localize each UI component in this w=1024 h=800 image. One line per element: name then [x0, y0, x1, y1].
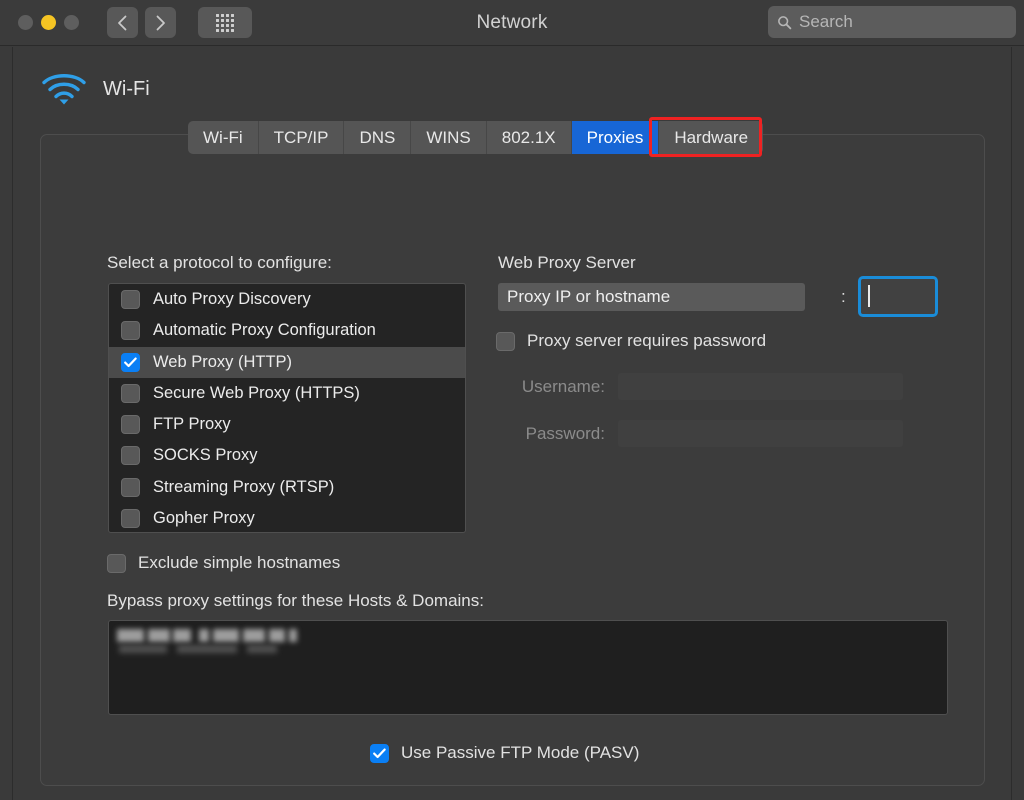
proxy-host-input[interactable]: Proxy IP or hostname: [498, 283, 805, 311]
chevron-right-icon: [156, 15, 165, 30]
proxy-host-placeholder: Proxy IP or hostname: [507, 287, 671, 306]
protocol-checkbox[interactable]: [121, 446, 140, 466]
password-input: [618, 420, 903, 447]
protocol-label: Automatic Proxy Configuration: [153, 321, 376, 340]
tab-dns[interactable]: DNS: [344, 121, 412, 154]
grid-view-icon: [216, 13, 234, 32]
passive-ftp-row[interactable]: Use Passive FTP Mode (PASV): [370, 743, 639, 763]
service-name: Wi-Fi: [103, 77, 150, 100]
passive-ftp-label: Use Passive FTP Mode (PASV): [401, 743, 640, 762]
host-port-separator: :: [841, 287, 846, 306]
list-item[interactable]: Web Proxy (HTTP): [109, 346, 465, 378]
exclude-simple-hostnames-label: Exclude simple hostnames: [138, 553, 341, 572]
back-button[interactable]: [107, 7, 138, 38]
web-proxy-server-title: Web Proxy Server: [498, 253, 636, 272]
protocol-checkbox[interactable]: [121, 477, 140, 497]
bypass-proxy-textarea[interactable]: [108, 620, 948, 715]
navigation-buttons: [107, 7, 176, 38]
checkmark-icon: [373, 748, 386, 758]
network-preferences-window: Network Search Wi-Fi Wi-Fi TCP/IP DNS WI…: [0, 0, 1024, 800]
proxies-sheet: Wi-Fi Wi-Fi TCP/IP DNS WINS 802.1X Proxi…: [12, 47, 1012, 800]
exclude-simple-hostnames-row[interactable]: Exclude simple hostnames: [107, 553, 340, 573]
text-caret: [868, 285, 870, 307]
username-label: Username:: [521, 376, 605, 396]
list-item[interactable]: Gopher Proxy: [109, 503, 465, 532]
traffic-light-group: [18, 15, 79, 30]
tab-8021x[interactable]: 802.1X: [487, 121, 572, 154]
tab-tcpip[interactable]: TCP/IP: [259, 121, 345, 154]
show-all-preferences-button[interactable]: [198, 7, 252, 38]
protocol-checkbox[interactable]: [121, 383, 140, 403]
username-input: [618, 373, 903, 400]
search-field[interactable]: Search: [768, 6, 1016, 38]
checkmark-icon: [124, 357, 137, 367]
bypass-proxy-label: Bypass proxy settings for these Hosts & …: [107, 591, 484, 610]
protocol-list[interactable]: Auto Proxy Discovery Automatic Proxy Con…: [108, 283, 466, 533]
protocol-label: Auto Proxy Discovery: [153, 290, 311, 309]
tab-hardware[interactable]: Hardware: [659, 121, 763, 154]
protocol-checkbox[interactable]: [121, 508, 140, 528]
close-window-button[interactable]: [18, 15, 33, 30]
protocol-label: FTP Proxy: [153, 415, 231, 434]
chevron-left-icon: [118, 15, 127, 30]
password-row: Password:: [498, 420, 903, 447]
protocol-label: Gopher Proxy: [153, 508, 255, 527]
protocol-section-label: Select a protocol to configure:: [107, 253, 332, 272]
zoom-window-button[interactable]: [64, 15, 79, 30]
requires-password-checkbox[interactable]: [496, 331, 515, 351]
protocol-checkbox[interactable]: [121, 321, 140, 341]
tab-wins[interactable]: WINS: [411, 121, 487, 154]
protocol-checkbox[interactable]: [121, 352, 140, 372]
service-header: Wi-Fi: [41, 72, 150, 106]
forward-button[interactable]: [145, 7, 176, 38]
redacted-hosts-content: [115, 627, 297, 653]
list-item[interactable]: Streaming Proxy (RTSP): [109, 472, 465, 503]
tab-proxies[interactable]: Proxies: [571, 121, 660, 154]
list-item[interactable]: SOCKS Proxy: [109, 440, 465, 471]
list-item[interactable]: Auto Proxy Discovery: [109, 284, 465, 315]
protocol-label: Secure Web Proxy (HTTPS): [153, 383, 360, 402]
requires-password-row[interactable]: Proxy server requires password: [496, 331, 766, 351]
protocol-label: Web Proxy (HTTP): [153, 352, 293, 371]
search-placeholder: Search: [799, 12, 853, 31]
password-label: Password:: [525, 423, 605, 443]
protocol-checkbox[interactable]: [121, 415, 140, 435]
tab-wifi[interactable]: Wi-Fi: [188, 121, 259, 154]
list-item[interactable]: FTP Proxy: [109, 409, 465, 440]
protocol-checkbox[interactable]: [121, 290, 140, 310]
list-item[interactable]: Automatic Proxy Configuration: [109, 315, 465, 346]
username-row: Username:: [498, 373, 903, 400]
exclude-simple-hostnames-checkbox[interactable]: [107, 553, 126, 573]
proxy-port-input[interactable]: [858, 276, 938, 317]
requires-password-label: Proxy server requires password: [527, 331, 767, 350]
window-titlebar: Network Search: [0, 0, 1024, 46]
protocol-label: Streaming Proxy (RTSP): [153, 477, 335, 496]
minimize-window-button[interactable]: [41, 15, 56, 30]
search-icon: [778, 15, 792, 29]
passive-ftp-checkbox[interactable]: [370, 743, 389, 763]
settings-tab-bar: Wi-Fi TCP/IP DNS WINS 802.1X Proxies Har…: [188, 121, 764, 154]
list-item[interactable]: Secure Web Proxy (HTTPS): [109, 378, 465, 409]
protocol-label: SOCKS Proxy: [153, 446, 258, 465]
wifi-icon: [42, 74, 86, 105]
proxies-panel: Wi-Fi TCP/IP DNS WINS 802.1X Proxies Har…: [40, 117, 985, 786]
